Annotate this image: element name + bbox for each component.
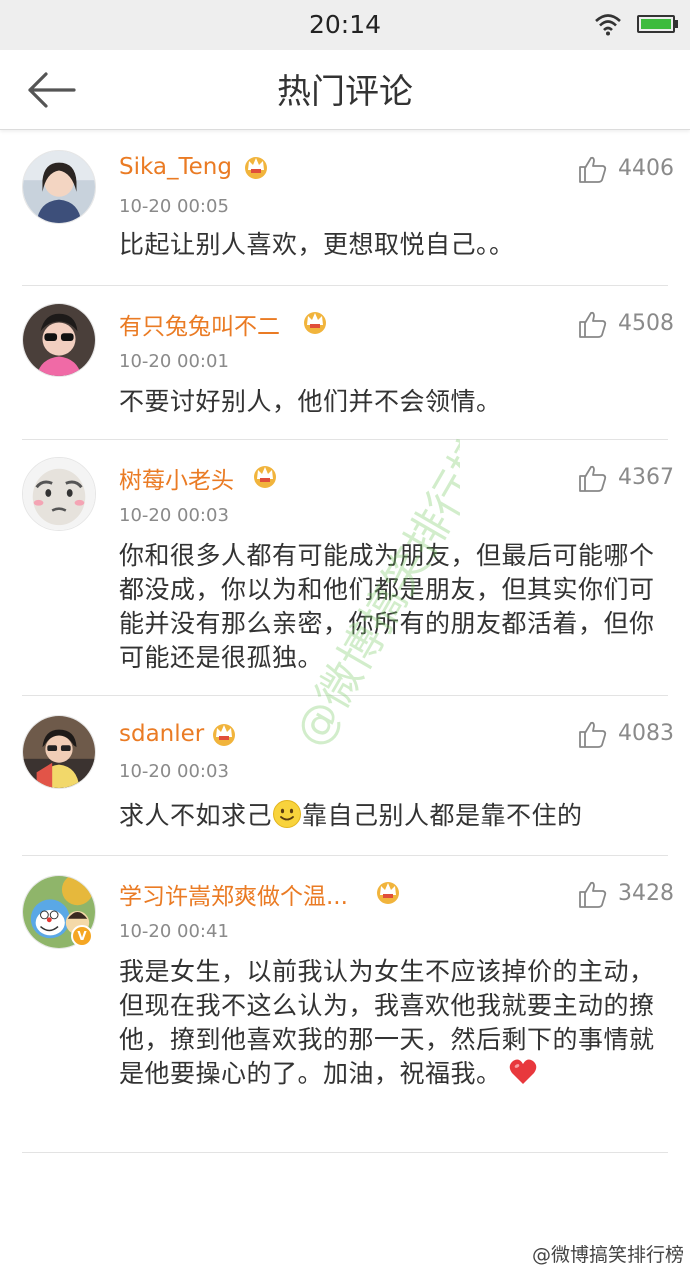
username[interactable]: Sika_Teng [119, 154, 232, 180]
watermark-footer: @微博搞笑排行榜 [531, 1244, 684, 1266]
thumbs-up-icon [579, 156, 607, 183]
avatar[interactable] [22, 457, 96, 531]
crown-icon [213, 724, 235, 746]
comment-text: 不要讨好别人，他们并不会领情。 [119, 387, 502, 416]
comment-text-part: 求人不如求己 [119, 801, 273, 830]
comment-text: 比起让别人喜欢，更想取悦自己。。 [119, 230, 515, 259]
username[interactable]: 有只兔兔叫不二 [119, 307, 280, 341]
like-count: 4083 [618, 721, 674, 746]
comment-text: 求人不如求己 靠自己别人都是靠不住的 [119, 799, 669, 833]
timestamp: 10-20 00:05 [119, 196, 229, 217]
avatar[interactable] [22, 715, 96, 789]
comment-text: 我是女生，以前我认为女生不应该掉价的主动，但现在我不这么认为，我喜欢他我就要主动… [119, 955, 669, 1091]
timestamp: 10-20 00:03 [119, 761, 229, 782]
like-button[interactable]: 3428 [578, 879, 674, 909]
like-count: 3428 [618, 881, 674, 906]
crown-icon [304, 312, 326, 334]
like-button[interactable]: 4508 [578, 309, 674, 339]
crown-icon [377, 882, 399, 904]
page-title: 热门评论 [277, 72, 413, 112]
avatar[interactable] [22, 150, 96, 224]
like-button[interactable]: 4367 [578, 463, 674, 493]
heart-emoji-icon [509, 1059, 536, 1084]
thumbs-up-icon [579, 465, 607, 492]
crown-icon [245, 157, 267, 179]
like-count: 4367 [618, 465, 674, 490]
timestamp: 10-20 00:41 [119, 921, 229, 942]
comment-item: 有只兔兔叫不二 10-20 00:01 4508 不要讨好别人，他们并不会领情。 [0, 285, 690, 440]
comment-text-part: 我是女生，以前我认为女生不应该掉价的主动，但现在我不这么认为，我喜欢他我就要主动… [119, 957, 655, 1088]
thumbs-up-icon [579, 721, 607, 748]
comment-item: sdanler 10-20 00:03 4083 求人不如求己 靠自己别人都是靠不… [0, 695, 690, 855]
crown-icon [254, 466, 276, 488]
verified-badge: V [71, 925, 93, 947]
comment-text-part: 靠自己别人都是靠不住的 [302, 801, 583, 830]
thumbs-up-icon [579, 311, 607, 338]
username[interactable]: 学习许嵩郑爽做个温... [119, 877, 348, 911]
wifi-icon [595, 14, 621, 36]
comment-item: V 学习许嵩郑爽做个温... 10-20 00:41 3428 我是女生，以前我… [0, 855, 690, 1152]
comment-item: 树莓小老头 10-20 00:03 4367 你和很多人都有可能成为朋友，但最后… [0, 439, 690, 696]
avatar[interactable] [22, 303, 96, 377]
thumbs-up-icon [579, 881, 607, 908]
status-time: 20:14 [308, 10, 382, 39]
smile-emoji-icon [273, 800, 302, 828]
username[interactable]: 树莓小老头 [119, 461, 234, 495]
timestamp: 10-20 00:03 [119, 505, 229, 526]
battery-icon [637, 15, 675, 33]
like-count: 4406 [618, 156, 674, 181]
status-bar: 20:14 [0, 0, 690, 50]
username[interactable]: sdanler [119, 721, 204, 747]
battery-cap [675, 20, 678, 28]
nav-bar: 热门评论 [0, 50, 690, 130]
like-button[interactable]: 4406 [578, 154, 674, 184]
like-count: 4508 [618, 311, 674, 336]
comment-item: Sika_Teng 10-20 00:05 4406 比起让别人喜欢，更想取悦自… [0, 130, 690, 285]
divider [22, 1152, 668, 1153]
timestamp: 10-20 00:01 [119, 351, 229, 372]
comment-text: 你和很多人都有可能成为朋友，但最后可能哪个都没成，你以为和他们都是朋友，但其实你… [119, 541, 655, 672]
like-button[interactable]: 4083 [578, 719, 674, 749]
